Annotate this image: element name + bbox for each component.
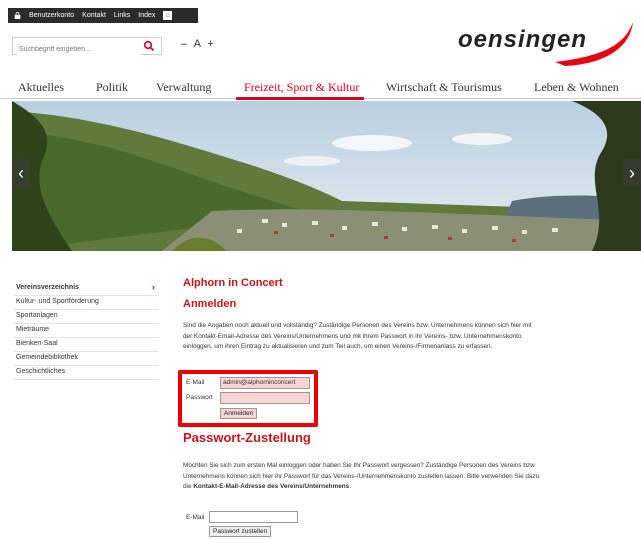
- sidebar-item-kulturfoerderung[interactable]: Kultur- und Sportförderung: [14, 296, 159, 310]
- login-button[interactable]: Anmelden: [220, 408, 258, 419]
- sidebar-item-label: Bienken-Saal: [16, 340, 58, 347]
- password-reset-heading: Passwort-Zustellung: [183, 430, 311, 445]
- sidebar-item-sportanlagen[interactable]: Sportanlagen: [14, 310, 159, 324]
- nav-item-freizeit[interactable]: Freizeit, Sport & Kultur: [244, 80, 359, 95]
- email-field[interactable]: admin@alphorninconcert: [220, 377, 310, 389]
- sidebar-nav: Vereinsverzeichnis › Kultur- und Sportför…: [14, 282, 159, 380]
- top-account-bar: Benutzerkonto Kontakt Links Index ⌂: [8, 8, 198, 23]
- email-label: E-Mail: [186, 379, 205, 386]
- account-link[interactable]: Benutzerkonto: [29, 12, 74, 19]
- sidebar-item-label: Gemeindebibliothek: [16, 354, 78, 361]
- sidebar-item-bienken-saal[interactable]: Bienken-Saal: [14, 338, 159, 352]
- hero-next-arrow[interactable]: ›: [623, 159, 641, 187]
- sidebar-item-geschichtliches[interactable]: Geschichtliches: [14, 366, 159, 380]
- reset-email-label: E-Mail: [186, 514, 205, 521]
- site-logo[interactable]: oensingen: [458, 26, 587, 54]
- nav-item-leben[interactable]: Leben & Wohnen: [534, 80, 619, 95]
- sidebar-item-label: Geschichtliches: [16, 368, 66, 375]
- nav-active-indicator: [236, 97, 364, 100]
- nav-item-politik[interactable]: Politik: [96, 80, 128, 95]
- login-heading: Anmelden: [183, 298, 237, 310]
- nav-item-verwaltung[interactable]: Verwaltung: [156, 80, 211, 95]
- nav-item-wirtschaft[interactable]: Wirtschaft & Tourismus: [386, 80, 502, 95]
- links-link[interactable]: Links: [114, 12, 130, 19]
- chevron-right-icon: ›: [152, 282, 155, 292]
- search-icon[interactable]: [143, 40, 155, 52]
- index-link[interactable]: Index: [138, 12, 155, 19]
- sidebar-item-label: Vereinsverzeichnis: [16, 284, 80, 291]
- sidebar-item-label: Kultur- und Sportförderung: [16, 298, 99, 305]
- sidebar-item-label: Mieträume: [16, 326, 50, 333]
- send-password-button[interactable]: Passwort zustellen: [209, 526, 272, 537]
- hero-prev-arrow[interactable]: ‹: [12, 159, 30, 187]
- sidebar-item-label: Sportanlagen: [16, 312, 58, 319]
- sidebar-item-gemeindebibliothek[interactable]: Gemeindebibliothek: [14, 352, 159, 366]
- search-box: [12, 37, 162, 58]
- password-field[interactable]: [220, 392, 310, 404]
- lock-icon: [14, 12, 21, 19]
- reset-email-field[interactable]: [209, 511, 298, 523]
- nav-item-aktuelles[interactable]: Aktuelles: [18, 80, 64, 95]
- sidebar-item-mietraeume[interactable]: Mieträume: [14, 324, 159, 338]
- sidebar-item-vereinsverzeichnis[interactable]: Vereinsverzeichnis ›: [14, 282, 159, 296]
- contact-link[interactable]: Kontakt: [82, 12, 106, 19]
- search-input[interactable]: [17, 41, 141, 58]
- password-label: Passwort: [186, 394, 213, 401]
- home-icon[interactable]: ⌂: [163, 11, 173, 20]
- font-size-controls[interactable]: – A +: [181, 38, 216, 50]
- password-reset-intro-text: Möchten Sie sich zum ersten Mal einlogge…: [183, 462, 540, 490]
- page-title: Alphorn in Concert: [183, 277, 283, 289]
- hero-landscape-image: [12, 101, 641, 251]
- login-intro-text: Sind die Angaben noch aktuell und vollst…: [183, 322, 532, 350]
